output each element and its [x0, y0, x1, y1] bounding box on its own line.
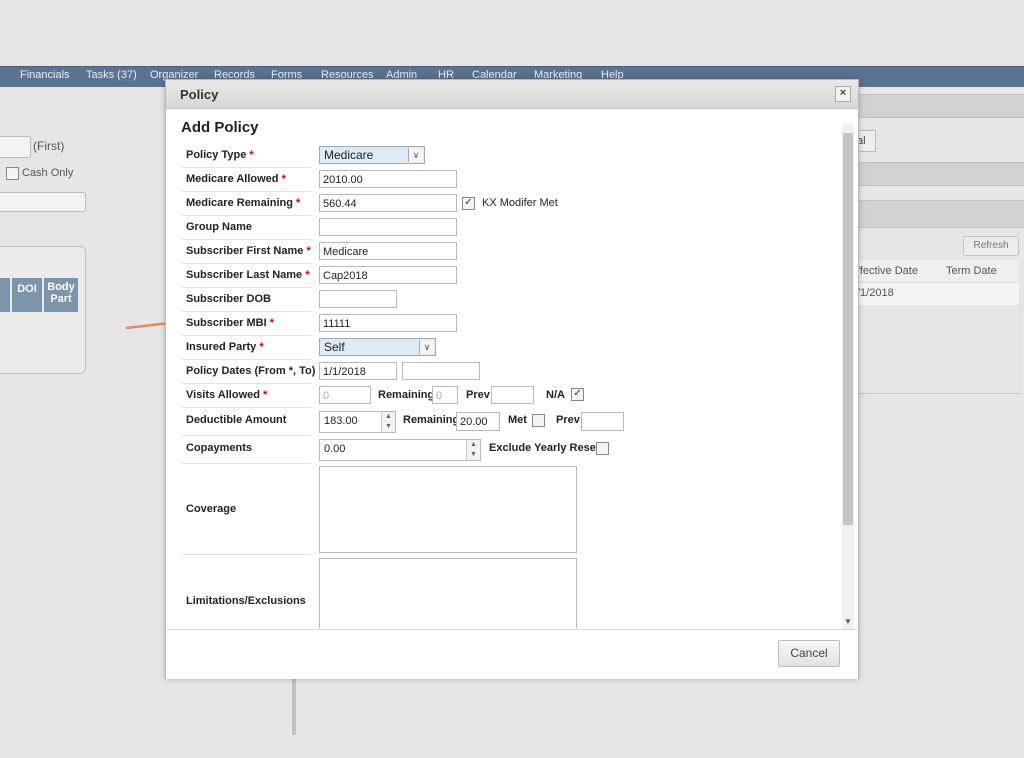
exclude-yearly-reset-label: Exclude Yearly Reset — [489, 442, 600, 454]
dialog-scrollbar[interactable]: ▼ — [842, 123, 854, 629]
policy-type-select[interactable]: Medicare ∨ — [319, 146, 425, 164]
visits-remaining-input[interactable]: 0 — [432, 386, 458, 404]
dialog-footer: Cancel — [166, 629, 858, 679]
kx-modifier-checkbox[interactable]: ✓ — [462, 197, 475, 210]
table-header-cell — [0, 278, 10, 312]
label-subscriber-first-name: Subscriber First Name * — [186, 245, 311, 257]
label-subscriber-last-name: Subscriber Last Name * — [186, 269, 310, 281]
label-copayments: Copayments — [186, 442, 253, 454]
na-label: N/A — [546, 389, 565, 401]
row-divider — [181, 407, 311, 408]
deductible-prev-label: Prev — [556, 414, 580, 426]
dialog-body: Add Policy Policy Type * Medicare ∨ Medic… — [166, 109, 858, 628]
row-divider — [181, 287, 311, 288]
label-coverage: Coverage — [186, 503, 237, 515]
col-body-part: Body Part — [44, 278, 78, 312]
label-insured-party: Insured Party * — [186, 341, 264, 353]
chevron-down-icon: ∨ — [408, 148, 423, 162]
visits-prev-label: Prev — [466, 389, 490, 401]
row-divider — [181, 359, 311, 360]
exclude-yearly-reset-checkbox[interactable] — [596, 442, 609, 455]
subscriber-first-name-input[interactable]: Medicare — [319, 242, 457, 260]
label-limitations: Limitations/Exclusions — [186, 595, 306, 607]
cash-only-checkbox[interactable] — [6, 167, 19, 180]
background-divider — [292, 677, 296, 735]
row-divider — [181, 239, 311, 240]
policy-dialog: Policy × Add Policy Policy Type * Medica… — [165, 79, 859, 679]
dialog-header: Policy × — [166, 80, 858, 109]
col-doi: DOI — [12, 278, 42, 312]
stepper-arrows-icon[interactable]: ▲ ▼ — [381, 412, 395, 432]
group-name-input[interactable] — [319, 218, 457, 236]
stepper-arrows-icon[interactable]: ▲ ▼ — [466, 440, 480, 460]
met-label: Met — [508, 414, 527, 426]
limitations-textarea[interactable] — [319, 558, 577, 628]
dialog-title: Policy — [180, 87, 219, 102]
right-panel-bar — [857, 162, 1024, 186]
chevron-down-icon: ∨ — [419, 340, 434, 354]
label-policy-dates: Policy Dates (From *, To) — [186, 365, 316, 377]
col-term-date: Term Date — [946, 265, 997, 277]
scroll-down-icon[interactable]: ▼ — [842, 617, 854, 627]
row-effective-date: /1/2018 — [857, 287, 894, 299]
background-input[interactable] — [0, 192, 86, 212]
nav-financials[interactable]: Financials — [20, 69, 70, 81]
medicare-allowed-input[interactable]: 2010.00 — [319, 170, 457, 188]
copayments-stepper[interactable]: 0.00 ▲ ▼ — [319, 439, 481, 461]
col-effective-date: ffective Date — [857, 265, 918, 277]
subscriber-last-name-input[interactable]: Cap2018 — [319, 266, 457, 284]
deductible-remaining-label: Remaining — [403, 414, 460, 426]
row-divider — [181, 215, 311, 216]
row-divider — [181, 554, 311, 555]
right-table-body — [857, 305, 1021, 394]
right-panel-bar-2 — [857, 200, 1024, 228]
nav-tasks[interactable]: Tasks (37) — [86, 69, 137, 81]
close-icon[interactable]: × — [835, 86, 851, 102]
form-title: Add Policy — [181, 119, 259, 136]
label-policy-type: Policy Type * — [186, 149, 254, 161]
subscriber-dob-input[interactable] — [319, 290, 397, 308]
first-name-field[interactable] — [0, 136, 31, 158]
deductible-prev-input[interactable] — [581, 412, 624, 431]
row-divider — [181, 167, 311, 168]
subscriber-mbi-input[interactable]: 11111 — [319, 314, 457, 332]
row-divider — [181, 463, 311, 464]
row-divider — [181, 383, 311, 384]
label-deductible-amount: Deductible Amount — [186, 414, 287, 426]
na-checkbox[interactable]: ✓ — [571, 388, 584, 401]
first-label: (First) — [33, 139, 65, 153]
visits-prev-input[interactable] — [491, 386, 534, 404]
cancel-button[interactable]: Cancel — [778, 640, 840, 667]
deductible-amount-stepper[interactable]: 183.00 ▲ ▼ — [319, 411, 396, 433]
label-subscriber-mbi: Subscriber MBI * — [186, 317, 275, 329]
kx-modifier-label: KX Modifer Met — [482, 197, 558, 209]
visits-allowed-input[interactable]: 0 — [319, 386, 371, 404]
met-checkbox[interactable] — [532, 414, 545, 427]
label-visits-allowed: Visits Allowed * — [186, 389, 268, 401]
deductible-remaining-input[interactable]: 20.00 — [456, 412, 500, 431]
coverage-textarea[interactable] — [319, 466, 577, 553]
row-divider — [181, 191, 311, 192]
label-medicare-allowed: Medicare Allowed * — [186, 173, 286, 185]
label-subscriber-dob: Subscriber DOB — [186, 293, 271, 305]
row-divider — [181, 311, 311, 312]
policy-from-input[interactable]: 1/1/2018 — [319, 362, 397, 380]
right-button[interactable]: al — [857, 130, 876, 152]
row-divider — [181, 435, 311, 436]
row-divider — [181, 263, 311, 264]
insured-party-select[interactable]: Self ∨ — [319, 338, 436, 356]
right-panel-header — [857, 94, 1024, 118]
refresh-button[interactable]: Refresh — [963, 236, 1019, 256]
label-group-name: Group Name — [186, 221, 253, 233]
row-divider — [181, 335, 311, 336]
visits-remaining-label: Remaining — [378, 389, 435, 401]
medicare-remaining-input[interactable]: 560.44 — [319, 194, 457, 212]
label-medicare-remaining: Medicare Remaining * — [186, 197, 301, 209]
scrollbar-thumb[interactable] — [843, 133, 853, 525]
cash-only-label: Cash Only — [22, 167, 74, 179]
policy-to-input[interactable] — [402, 362, 480, 380]
